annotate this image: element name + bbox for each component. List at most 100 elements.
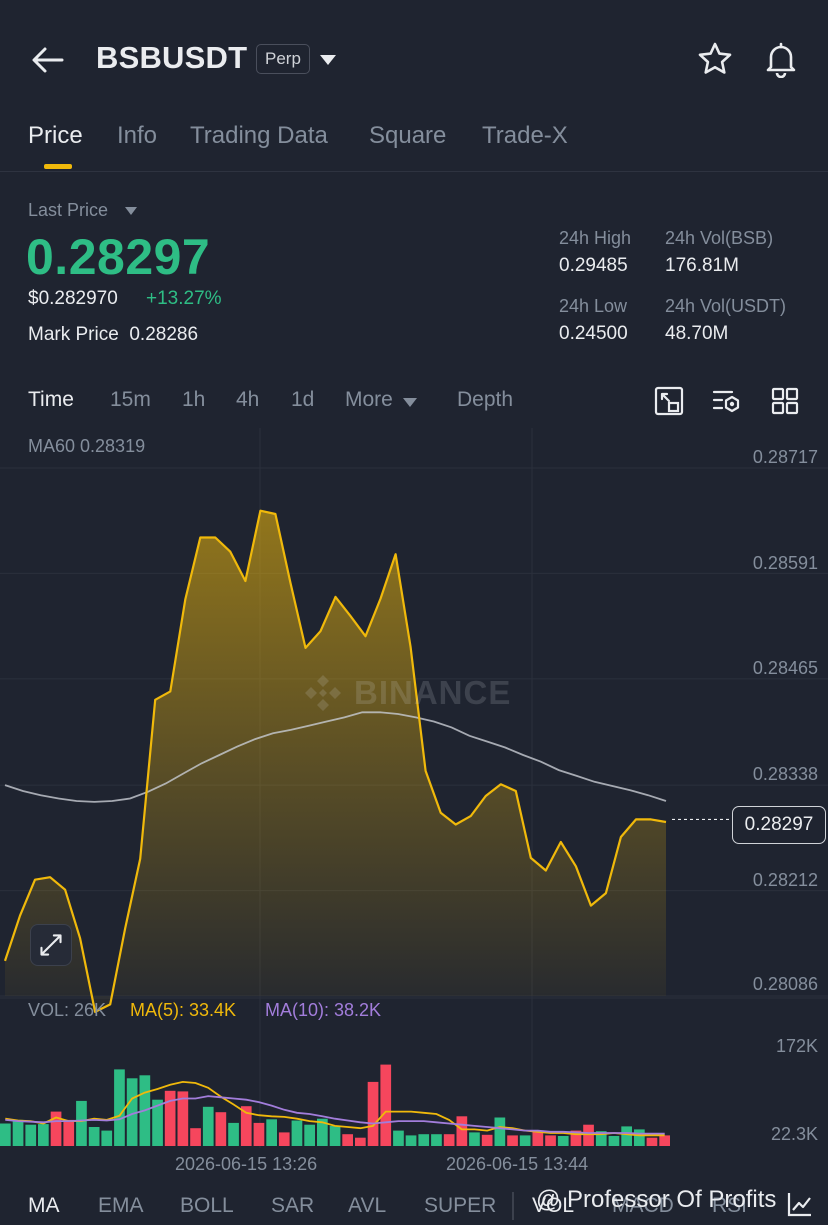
interval-15m[interactable]: 15m	[110, 388, 151, 412]
volume-bar	[215, 1112, 227, 1146]
vol-quote-label: 24h Vol(USDT)	[665, 296, 787, 316]
vol-base-value: 176.81M	[665, 255, 739, 276]
volume-bar	[329, 1125, 341, 1146]
vol-base-label: 24h Vol(BSB)	[665, 228, 774, 248]
volume-bar	[646, 1137, 658, 1146]
indicator-ema[interactable]: EMA	[98, 1194, 144, 1218]
ma60-legend: MA60 0.28319	[28, 436, 146, 456]
last-price-label[interactable]: Last Price	[28, 200, 108, 221]
volume-bar	[266, 1119, 277, 1146]
indicator-super[interactable]: SUPER	[424, 1194, 496, 1218]
interval-1h[interactable]: 1h	[182, 388, 205, 412]
volume-bar	[253, 1122, 265, 1146]
tab-square[interactable]: Square	[369, 122, 446, 150]
volume-bar	[88, 1127, 100, 1146]
fullscreen-chart-icon[interactable]	[654, 386, 684, 416]
interval-depth[interactable]: Depth	[457, 388, 513, 412]
price-axis-label: 0.28465	[752, 658, 818, 678]
expand-chart-button[interactable]	[30, 924, 72, 966]
price-axis-label: 0.28717	[752, 447, 818, 467]
tab-trading-data[interactable]: Trading Data	[190, 122, 328, 150]
tab-info[interactable]: Info	[117, 122, 157, 150]
last-price-dropdown-icon[interactable]	[124, 206, 138, 216]
indicator-ma[interactable]: MA	[28, 1194, 60, 1218]
symbol-title[interactable]: BSBUSDT	[96, 40, 247, 76]
last-price-value: 0.28297	[26, 229, 211, 285]
mark-price-value: 0.28286	[129, 324, 199, 345]
indicator-separator	[512, 1192, 514, 1220]
contract-type-badge: Perp	[256, 44, 310, 74]
volume-bar	[190, 1128, 201, 1146]
price-chart[interactable]	[0, 428, 828, 1150]
volume-bar	[228, 1122, 239, 1146]
volume-bar	[25, 1124, 37, 1146]
time-axis-label: 2026-06-15 13:44	[446, 1154, 589, 1174]
volume-bar	[469, 1132, 480, 1146]
high-24h-value: 0.29485	[559, 255, 628, 276]
volume-bar	[545, 1135, 556, 1146]
indicator-boll[interactable]: BOLL	[180, 1194, 234, 1218]
volume-bar	[12, 1119, 24, 1146]
interval-1d[interactable]: 1d	[291, 388, 314, 412]
interval-4h[interactable]: 4h	[236, 388, 259, 412]
volume-axis-label: 172K	[775, 1036, 818, 1056]
price-area-fill	[5, 510, 666, 1012]
volume-bar	[456, 1116, 468, 1146]
volume-bar	[380, 1064, 392, 1146]
change-percent: +13.27%	[146, 288, 222, 309]
low-24h-label: 24h Low	[559, 296, 628, 316]
volume-bar	[304, 1124, 315, 1146]
indicator-sar[interactable]: SAR	[271, 1194, 314, 1218]
low-24h-value: 0.24500	[559, 323, 628, 344]
price-axis-label: 0.28086	[752, 974, 818, 994]
symbol-dropdown-caret-icon[interactable]	[318, 52, 338, 68]
tab-price[interactable]: Price	[28, 122, 83, 150]
volume-ma10-legend: MA(10): 38.2K	[265, 1000, 382, 1020]
volume-bar	[431, 1134, 442, 1146]
volume-bar	[164, 1090, 176, 1146]
volume-bar	[557, 1136, 569, 1146]
volume-axis-label: 22.3K	[770, 1124, 818, 1144]
indicator-avl[interactable]: AVL	[348, 1194, 386, 1218]
binance-watermark: BINANCE	[302, 672, 532, 716]
volume-bar	[278, 1132, 290, 1146]
volume-bar	[481, 1134, 493, 1146]
volume-bar	[621, 1126, 632, 1146]
high-24h-label: 24h High	[559, 228, 632, 248]
main-tabs: Price Info Trading Data Square Trade-X	[0, 110, 828, 172]
volume-bar	[63, 1119, 75, 1146]
interval-time[interactable]: Time	[28, 388, 74, 412]
volume-bar	[405, 1135, 417, 1146]
volume-bar	[38, 1124, 49, 1146]
volume-bar	[367, 1081, 379, 1146]
author-credit: @ Professor Of Profits	[536, 1186, 777, 1213]
expand-arrows-icon	[40, 934, 62, 956]
volume-bar	[659, 1135, 670, 1146]
interval-bar: Time 15m 1h 4h 1d More Depth	[0, 378, 828, 424]
more-dropdown-icon[interactable]	[402, 397, 418, 408]
volume-ma5-legend: MA(5): 33.4K	[130, 1000, 237, 1020]
volume-bar	[291, 1120, 303, 1146]
volume-bar	[634, 1129, 645, 1146]
chart-analysis-icon[interactable]	[786, 1190, 814, 1218]
volume-legend: VOL: 26K	[28, 1000, 107, 1020]
price-axis-label: 0.28591	[752, 553, 818, 573]
usd-price: $0.282970	[28, 288, 118, 309]
volume-bar	[583, 1124, 594, 1146]
volume-bar	[494, 1117, 506, 1146]
mark-price-label: Mark Price	[28, 324, 119, 345]
favorite-star-icon[interactable]	[696, 40, 734, 78]
top-bar: BSBUSDT Perp	[0, 0, 828, 110]
volume-bar	[114, 1069, 125, 1146]
interval-more[interactable]: More	[345, 388, 393, 412]
time-axis-label: 2026-06-15 13:26	[175, 1154, 318, 1174]
binance-logo-icon	[305, 675, 341, 711]
price-alert-bell-icon[interactable]	[762, 40, 800, 78]
chart-layout-grid-icon[interactable]	[770, 386, 800, 416]
volume-bar	[608, 1136, 620, 1146]
price-axis-label: 0.28338	[752, 764, 818, 784]
volume-bar	[393, 1130, 404, 1146]
tab-trade-x[interactable]: Trade-X	[482, 122, 568, 150]
back-arrow-icon[interactable]	[28, 40, 68, 80]
chart-settings-icon[interactable]	[712, 386, 742, 416]
